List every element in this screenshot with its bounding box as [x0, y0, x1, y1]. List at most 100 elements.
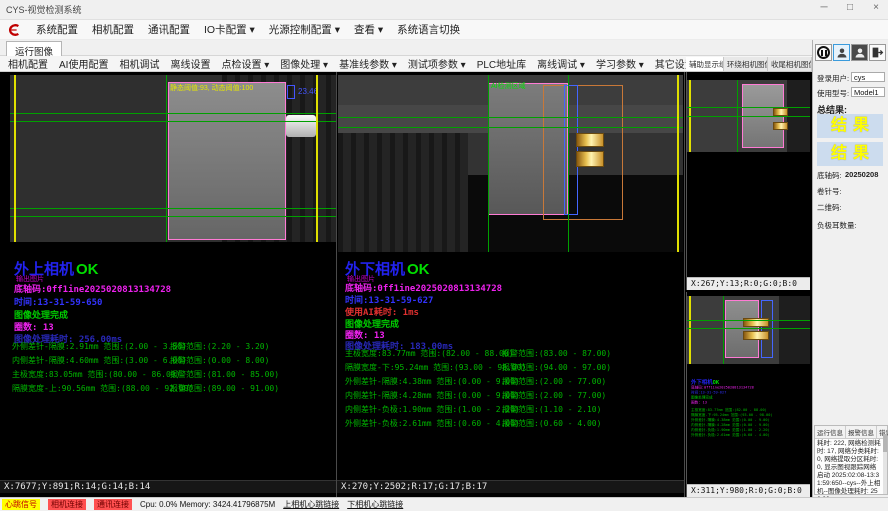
info-log-text: 耗时: 222, 网络检测耗时: 17, 网络分类耗时: 0, 网络提取分区耗时…: [815, 439, 887, 505]
measurement-value: 内侧差针-负极:1.90mm 范围:(1.00 - 2.20): [345, 404, 520, 415]
toolbar-camera-debug[interactable]: 相机调试: [119, 56, 159, 71]
measurement-value: 外侧差针-隔膜:2.91mm 范围:(2.00 - 3.50): [12, 341, 187, 352]
info-tab-alarm[interactable]: 报警信息: [846, 426, 877, 438]
menu-item-view[interactable]: 查看 ▾: [354, 22, 383, 37]
measurement-alarm: 报警范围:(2.00 - 77.00): [502, 376, 606, 387]
user-gear-icon: [854, 47, 866, 59]
guide-line-vertical: [488, 75, 489, 252]
edge-marker-line: [677, 75, 679, 252]
serial-value: 20250208: [845, 170, 878, 179]
tab-count-label: 负极耳数量:: [817, 220, 857, 231]
menubar: 系统配置 相机配置 通讯配置 IO卡配置 ▾ 光源控制配置 ▾ 查看 ▾ 系统语…: [0, 20, 888, 40]
aux-upper-image: [687, 80, 810, 152]
menu-item-comm-config[interactable]: 通讯配置: [148, 22, 190, 37]
maximize-button[interactable]: □: [842, 2, 858, 13]
threshold-overlay-label: 静态阈值:93, 动态阈值:100: [170, 83, 253, 93]
toolbar-camera-config[interactable]: 相机配置: [8, 56, 48, 71]
aux-lower-coords-bar: X:311;Y:980;R:0;G:0;B:0: [687, 484, 810, 497]
lower-camera-heartbeat-link[interactable]: 下相机心跳链接: [347, 499, 403, 510]
user-settings-button[interactable]: [851, 44, 868, 61]
pause-icon: [817, 46, 830, 59]
tab-run-image[interactable]: 运行图像: [6, 41, 62, 56]
toolbar-baseline-params[interactable]: 基准线参数 ▾: [339, 56, 397, 71]
statusbar: 心跳信号 相机连接 通讯连接 Cpu: 0.0% Memory: 3424.41…: [0, 497, 888, 511]
edge-marker-line: [316, 75, 318, 242]
guide-line: [338, 117, 683, 118]
camera-connection-badge: 相机连接: [48, 499, 86, 510]
measurement-value: 内侧差针-隔膜:4.28mm 范围:(0.00 - 9.00): [345, 390, 520, 401]
user-icon: [836, 47, 848, 59]
qr-label: 二维码:: [817, 202, 842, 213]
toolbar-ai-usage-config[interactable]: AI使用配置: [59, 56, 108, 71]
app-window: CYS-视觉检测系统 ─ □ × 系统配置 相机配置 通讯配置 IO卡配置 ▾ …: [0, 0, 888, 522]
measurement-alarm: 报警范围:(0.00 - 8.00): [170, 355, 269, 366]
info-tab-strip: 运行信息 报警信息 错误信息: [815, 426, 887, 439]
toolbar-plc-address-lib[interactable]: PLC地址库: [477, 56, 526, 71]
left-camera-time: 时间:13-31-59-650: [14, 295, 102, 308]
aux-tab-final-camera[interactable]: 收尾相机图像: [768, 57, 812, 71]
aux-tab-display-group[interactable]: 辅助显示组: [686, 57, 724, 71]
exit-button[interactable]: [869, 44, 886, 61]
mid-camera-viewport[interactable]: AI检测区域: [338, 75, 683, 252]
brand-logo-icon: [6, 23, 22, 37]
mid-camera-status: OK: [407, 261, 430, 278]
info-log-box: 运行信息 报警信息 错误信息 耗时: 222, 网络检测耗时: 17, 网络分类…: [814, 425, 888, 495]
comm-connection-badge: 通讯连接: [94, 499, 132, 510]
close-button[interactable]: ×: [868, 2, 884, 13]
guide-line-vertical: [737, 80, 738, 152]
guide-line: [10, 208, 336, 209]
model-value[interactable]: Model1: [851, 87, 885, 97]
tab-foil-highlight: [576, 133, 604, 147]
toolbar-test-params[interactable]: 测试项参数 ▾: [408, 56, 466, 71]
guide-line-vertical: [568, 75, 569, 252]
upper-camera-heartbeat-link[interactable]: 上相机心跳链接: [283, 499, 339, 510]
user-login-button[interactable]: [833, 44, 850, 61]
toolbar-offline-debug[interactable]: 离线调试 ▾: [537, 56, 585, 71]
needle-label: 卷针号:: [817, 186, 842, 197]
aux-upper-coords-bar: X:267;Y:13;R:0;G:0;B:0: [687, 277, 810, 290]
aux-lower-image: [687, 296, 810, 364]
roi-box-blue: [564, 85, 578, 215]
measurement-alarm: 报警范围:(1.10 - 2.10): [502, 404, 601, 415]
measurement-value: 隔膜宽度-上:90.56mm 范围:(88.00 - 92.00): [12, 383, 193, 394]
minimize-button[interactable]: ─: [816, 2, 832, 13]
guide-line: [687, 328, 810, 329]
aux-thumbnail-upper[interactable]: X:267;Y:13;R:0;G:0;B:0: [686, 72, 810, 290]
measurement-alarm: 报警范围:(0.60 - 4.00): [502, 418, 601, 429]
measurement-alarm: 报警范围:(94.00 - 97.00): [502, 362, 611, 373]
toolbar-spotcheck-settings[interactable]: 点检设置 ▾: [221, 56, 269, 71]
cell-region-outline: [725, 300, 759, 358]
sidebar-button-row: [815, 44, 886, 61]
aux-thumbnail-lower[interactable]: 外下相机OK 底轴码:0ff1ine2025020813134728 时间:13…: [686, 292, 810, 497]
model-label: 使用型号:: [817, 88, 849, 99]
info-tab-run[interactable]: 运行信息: [815, 426, 846, 438]
mini-loops: 圈数: 13: [691, 400, 810, 405]
menu-item-language-switch[interactable]: 系统语言切换: [397, 22, 460, 37]
measurement-alarm: 报警范围:(81.00 - 85.00): [170, 369, 279, 380]
pause-button[interactable]: [815, 44, 832, 61]
login-user-value[interactable]: cys: [851, 72, 885, 82]
info-scrollbar[interactable]: [883, 434, 887, 494]
menu-item-system-config[interactable]: 系统配置: [36, 22, 78, 37]
measurement-value: 主极宽度:83.05mm 范围:(80.00 - 86.00): [12, 369, 180, 380]
measurement-value: 隔膜宽度-下:95.24mm 范围:(93.00 - 98.00): [345, 362, 526, 373]
menu-item-io-config[interactable]: IO卡配置 ▾: [204, 22, 255, 37]
titlebar: CYS-视觉检测系统 ─ □ ×: [0, 0, 888, 20]
measurement-alarm: 报警范围:(2.00 - 77.00): [502, 390, 606, 401]
measurement-alarm: 报警范围:(83.00 - 87.00): [502, 348, 611, 359]
toolbar-offline-settings[interactable]: 离线设置: [170, 56, 210, 71]
left-camera-viewport[interactable]: 静态阈值:93, 动态阈值:100 23.46: [10, 75, 336, 242]
tab-foil-highlight: [743, 331, 769, 340]
edge-marker-line: [689, 296, 691, 364]
left-camera-serial: 底轴码:0ff1ine2025020813134728: [14, 282, 171, 295]
left-camera-coords-bar: X:7677;Y:891;R:14;G:14;B:14: [0, 480, 336, 493]
menu-item-camera-config[interactable]: 相机配置: [92, 22, 134, 37]
measurement-alarm: 报警范围:(2.20 - 3.20): [170, 341, 269, 352]
measurement-value: 内侧差针-隔膜:4.60mm 范围:(3.00 - 6.00): [12, 355, 187, 366]
panel-divider: [336, 72, 337, 497]
edge-marker-line: [14, 75, 16, 242]
menu-item-light-config[interactable]: 光源控制配置 ▾: [269, 22, 340, 37]
toolbar-image-processing[interactable]: 图像处理 ▾: [280, 56, 328, 71]
toolbar-learning-params[interactable]: 学习参数 ▾: [596, 56, 644, 71]
aux-tab-surround-camera[interactable]: 环绕相机图像: [724, 57, 768, 71]
